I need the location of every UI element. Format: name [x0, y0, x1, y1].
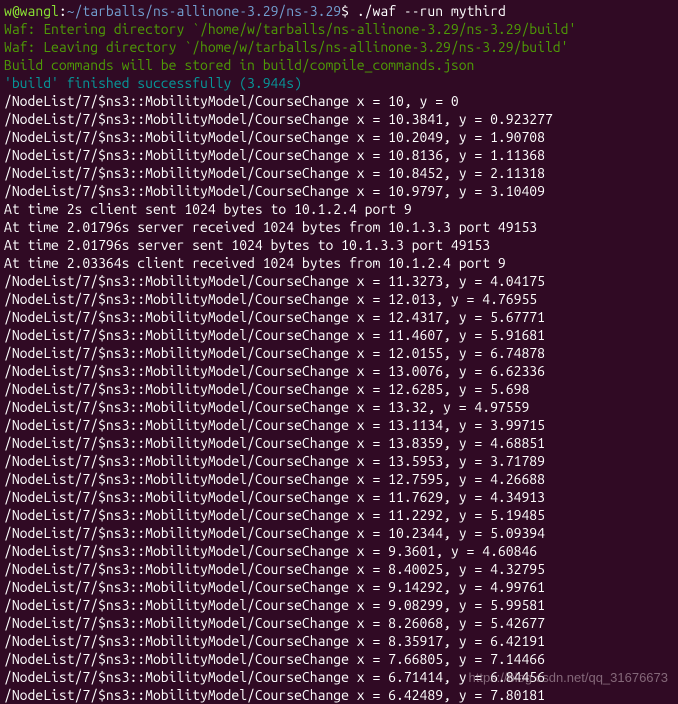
output-line: /NodeList/7/$ns3::MobilityModel/CourseCh…	[4, 398, 674, 416]
waf-entering: Waf: Entering directory `/home/w/tarball…	[4, 20, 674, 38]
output-line: At time 2.01796s server received 1024 by…	[4, 218, 674, 236]
output-line: /NodeList/7/$ns3::MobilityModel/CourseCh…	[4, 290, 674, 308]
output-line: /NodeList/7/$ns3::MobilityModel/CourseCh…	[4, 506, 674, 524]
waf-leaving: Waf: Leaving directory `/home/w/tarballs…	[4, 38, 674, 56]
output-block: /NodeList/7/$ns3::MobilityModel/CourseCh…	[4, 92, 674, 704]
output-line: /NodeList/7/$ns3::MobilityModel/CourseCh…	[4, 614, 674, 632]
waf-finished: 'build' finished successfully (3.944s)	[4, 74, 674, 92]
output-line: /NodeList/7/$ns3::MobilityModel/CourseCh…	[4, 146, 674, 164]
output-line: /NodeList/7/$ns3::MobilityModel/CourseCh…	[4, 542, 674, 560]
output-line: /NodeList/7/$ns3::MobilityModel/CourseCh…	[4, 416, 674, 434]
output-line: /NodeList/7/$ns3::MobilityModel/CourseCh…	[4, 92, 674, 110]
output-line: /NodeList/7/$ns3::MobilityModel/CourseCh…	[4, 488, 674, 506]
prompt-line[interactable]: w@wangl:~/tarballs/ns-allinone-3.29/ns-3…	[4, 2, 674, 20]
output-line: /NodeList/7/$ns3::MobilityModel/CourseCh…	[4, 560, 674, 578]
prompt-sep: :	[59, 3, 67, 19]
output-line: /NodeList/7/$ns3::MobilityModel/CourseCh…	[4, 272, 674, 290]
output-line: /NodeList/7/$ns3::MobilityModel/CourseCh…	[4, 164, 674, 182]
output-line: /NodeList/7/$ns3::MobilityModel/CourseCh…	[4, 128, 674, 146]
output-line: /NodeList/7/$ns3::MobilityModel/CourseCh…	[4, 686, 674, 704]
output-line: /NodeList/7/$ns3::MobilityModel/CourseCh…	[4, 308, 674, 326]
output-line: /NodeList/7/$ns3::MobilityModel/CourseCh…	[4, 344, 674, 362]
output-line: /NodeList/7/$ns3::MobilityModel/CourseCh…	[4, 632, 674, 650]
output-line: At time 2.01796s server sent 1024 bytes …	[4, 236, 674, 254]
output-line: /NodeList/7/$ns3::MobilityModel/CourseCh…	[4, 650, 674, 668]
output-line: /NodeList/7/$ns3::MobilityModel/CourseCh…	[4, 452, 674, 470]
prompt-user: w@wangl	[4, 3, 59, 19]
output-line: /NodeList/7/$ns3::MobilityModel/CourseCh…	[4, 470, 674, 488]
output-line: /NodeList/7/$ns3::MobilityModel/CourseCh…	[4, 434, 674, 452]
prompt-path: ~/tarballs/ns-allinone-3.29/ns-3.29	[67, 3, 341, 19]
output-line: /NodeList/7/$ns3::MobilityModel/CourseCh…	[4, 362, 674, 380]
output-line: /NodeList/7/$ns3::MobilityModel/CourseCh…	[4, 668, 674, 686]
output-line: /NodeList/7/$ns3::MobilityModel/CourseCh…	[4, 110, 674, 128]
command-text: ./waf --run mythird	[357, 3, 506, 19]
output-line: At time 2.03364s client received 1024 by…	[4, 254, 674, 272]
output-line: /NodeList/7/$ns3::MobilityModel/CourseCh…	[4, 326, 674, 344]
waf-compile: Build commands will be stored in build/c…	[4, 56, 674, 74]
output-line: /NodeList/7/$ns3::MobilityModel/CourseCh…	[4, 596, 674, 614]
output-line: /NodeList/7/$ns3::MobilityModel/CourseCh…	[4, 524, 674, 542]
output-line: /NodeList/7/$ns3::MobilityModel/CourseCh…	[4, 182, 674, 200]
prompt-dollar: $	[341, 3, 357, 19]
output-line: At time 2s client sent 1024 bytes to 10.…	[4, 200, 674, 218]
output-line: /NodeList/7/$ns3::MobilityModel/CourseCh…	[4, 578, 674, 596]
output-line: /NodeList/7/$ns3::MobilityModel/CourseCh…	[4, 380, 674, 398]
